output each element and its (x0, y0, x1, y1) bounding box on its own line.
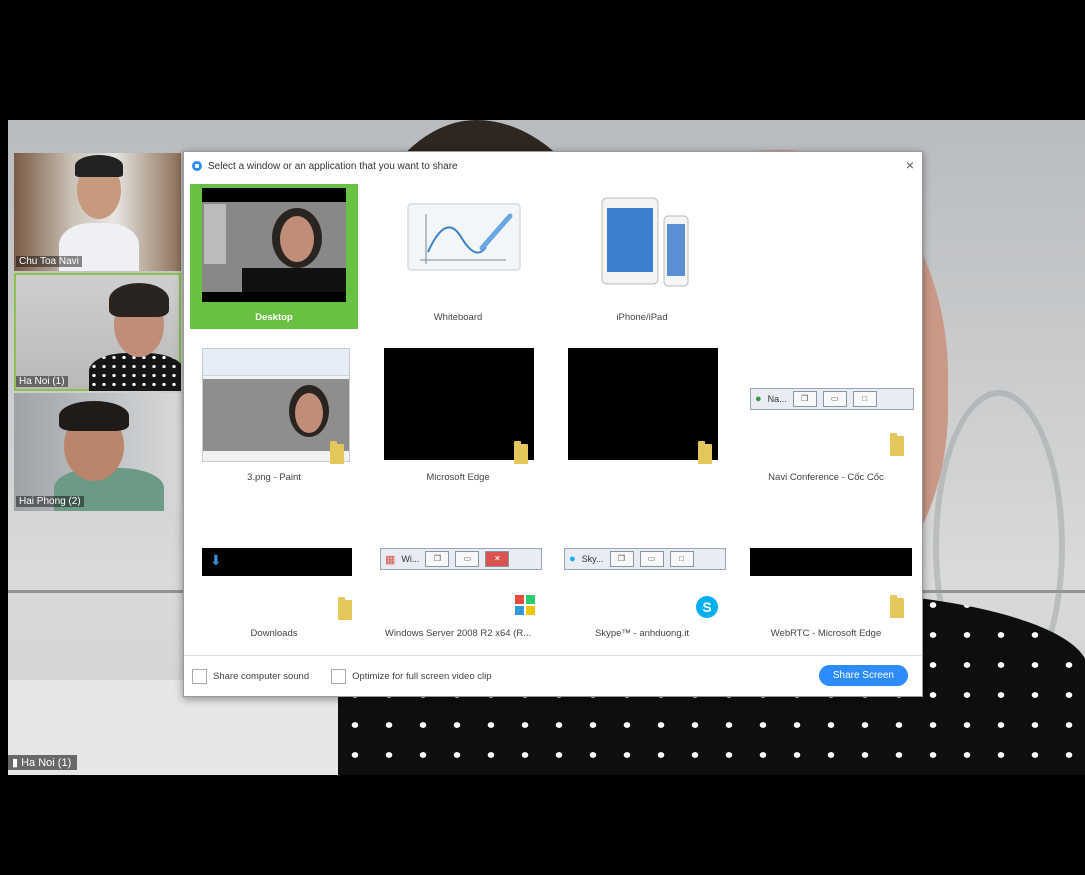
share-option-label: Whiteboard (433, 312, 483, 323)
share-option-paint[interactable]: 3.png - Paint (190, 344, 358, 494)
participant-gallery: Chu Toa Navi Ha Noi (1) Hai Phong (2) (14, 153, 184, 513)
whiteboard-icon (407, 203, 521, 271)
dialog-titlebar: Select a window or an application that y… (184, 152, 922, 180)
maximize-icon: □ (852, 391, 877, 407)
zoom-logo-icon (192, 161, 202, 171)
desktop-preview (202, 188, 346, 302)
skype-small-icon: ● (569, 553, 576, 565)
checkbox-box[interactable] (331, 668, 347, 684)
share-option-iphone-ipad[interactable]: iPhone/iPad (558, 184, 726, 329)
optimize-video-checkbox[interactable]: Optimize for full screen video clip (331, 668, 492, 684)
folder-icon (330, 441, 344, 464)
participant-hair (75, 155, 123, 177)
share-option-label: Microsoft Edge (426, 472, 490, 483)
share-option-label: Skype™ - anhduong.it (594, 628, 689, 639)
dialog-footer: Share computer sound Optimize for full s… (184, 655, 922, 696)
share-option-windows-server[interactable]: ▦ Wi... ❐ ▭ ✕ Windows Server 2008 R2 x64… (374, 534, 542, 644)
folder-icon (890, 595, 904, 618)
share-option-desktop[interactable]: Desktop (190, 184, 358, 329)
participant-tile[interactable]: Ha Noi (1) (14, 273, 181, 391)
participant-name: Chu Toa Navi (16, 256, 82, 267)
folder-icon (514, 441, 528, 464)
windows-flag-icon (515, 595, 535, 615)
checkbox-box[interactable] (192, 668, 207, 684)
share-screen-button[interactable]: Share Screen (818, 665, 908, 686)
share-sound-checkbox[interactable]: Share computer sound (192, 668, 309, 684)
folder-icon (890, 433, 904, 456)
webrtc-preview (750, 548, 912, 576)
share-option-downloads[interactable]: ⬇ Downloads (190, 534, 358, 644)
edge-preview (384, 348, 534, 460)
share-screen-dialog: Select a window or an application that y… (183, 151, 923, 697)
downloads-preview: ⬇ (202, 548, 352, 576)
close-icon: ✕ (485, 551, 510, 567)
paint-preview (202, 348, 350, 462)
participant-hair (59, 401, 129, 431)
share-option-skype[interactable]: ● Sky... ❐ ▭ □ S Skype™ - anhduong.it (558, 534, 726, 644)
coccoc-icon: ● (755, 393, 762, 405)
active-speaker-label: ▮ Ha Noi (1) (8, 755, 78, 770)
share-option-label: Downloads (250, 628, 298, 639)
coccoc-window-bar: ● Na... ❐ ▭ □ (750, 388, 914, 410)
share-option-label: Navi Conference - Cốc Cốc (768, 472, 884, 483)
participant-name: Ha Noi (1) (16, 376, 68, 387)
iphone-ipad-icon (601, 197, 689, 287)
share-option-label: WebRTC - Microsoft Edge (770, 628, 882, 639)
download-arrow-icon: ⬇ (210, 552, 222, 568)
maximize-icon: □ (669, 551, 694, 567)
participant-hair (109, 283, 169, 317)
windows-server-window-bar: ▦ Wi... ❐ ▭ ✕ (380, 548, 542, 570)
share-option-label: Windows Server 2008 R2 x64 (R... (384, 628, 532, 639)
signal-icon: ▮ (12, 757, 22, 769)
participant-name: Hai Phong (2) (16, 496, 84, 507)
share-option-label: iPhone/iPad (616, 312, 668, 323)
dialog-title: Select a window or an application that y… (208, 160, 458, 172)
minimize-icon: ▭ (822, 391, 847, 407)
folder-icon (698, 441, 712, 464)
downloads-folder-icon (338, 597, 352, 620)
participant-body (89, 353, 181, 391)
edge-preview (568, 348, 718, 460)
skype-window-bar: ● Sky... ❐ ▭ □ (564, 548, 726, 570)
share-option-edge[interactable]: Microsoft Edge (374, 344, 542, 494)
minimize-icon: ▭ (455, 551, 480, 567)
share-option-whiteboard[interactable]: Whiteboard (374, 184, 542, 329)
participant-tile[interactable]: Hai Phong (2) (14, 393, 181, 511)
share-option-coccoc[interactable]: ● Na... ❐ ▭ □ Navi Conference - Cốc Cốc (742, 344, 914, 494)
share-option-webrtc[interactable]: WebRTC - Microsoft Edge (742, 534, 912, 644)
restore-icon: ❐ (792, 391, 817, 407)
share-option-label: Desktop (255, 312, 293, 323)
windows-flag-icon: ▦ (385, 553, 396, 566)
participant-tile[interactable]: Chu Toa Navi (14, 153, 181, 271)
minimize-icon: ▭ (639, 551, 664, 567)
share-option-edge-2[interactable] (558, 344, 726, 494)
close-icon[interactable]: × (906, 157, 914, 173)
restore-icon: ❐ (609, 551, 634, 567)
skype-icon: S (696, 596, 718, 618)
share-option-label: 3.png - Paint (247, 472, 301, 483)
restore-icon: ❐ (425, 551, 450, 567)
